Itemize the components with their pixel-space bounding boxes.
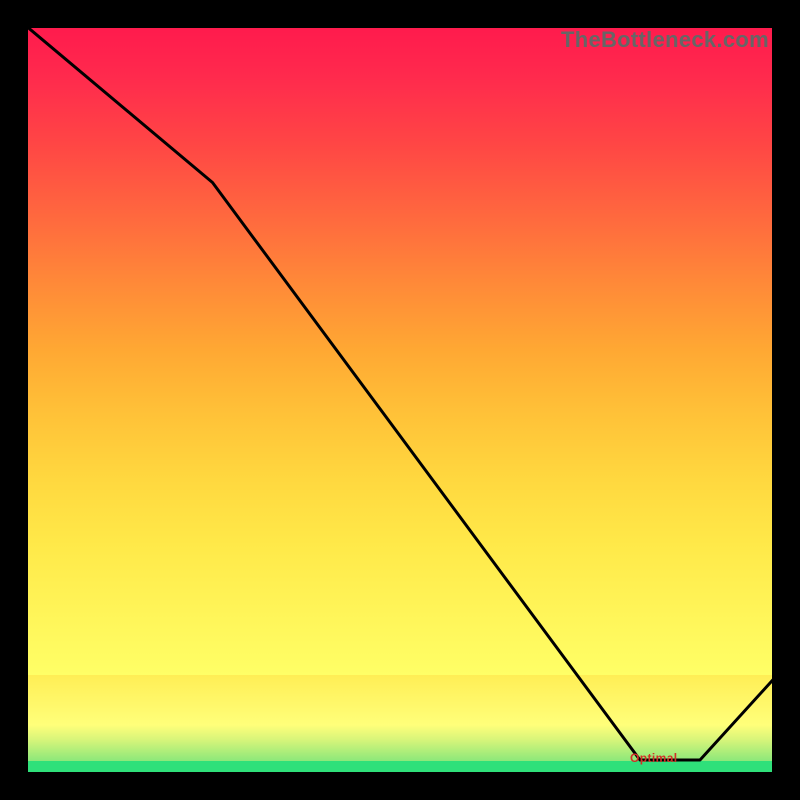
watermark: TheBottleneck.com <box>561 27 769 53</box>
bottleneck-curve <box>25 25 775 775</box>
chart-frame: TheBottleneck.com Optimal <box>22 22 778 778</box>
optimal-label: Optimal <box>630 751 677 765</box>
